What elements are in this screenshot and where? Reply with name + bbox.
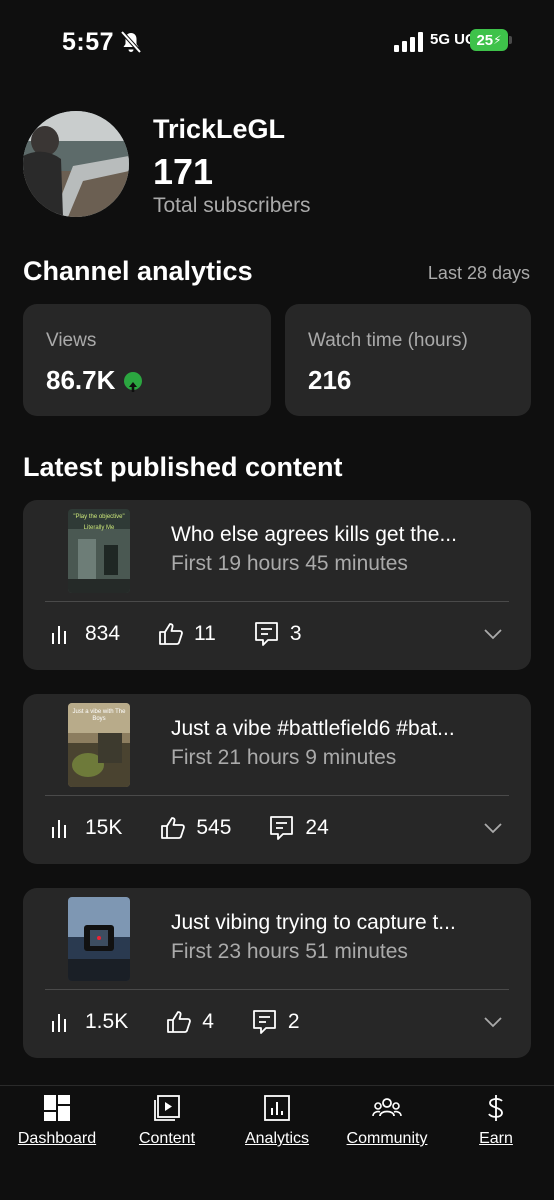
likes-metric: 4 [166,1010,214,1034]
trend-up-icon [124,371,143,392]
likes-metric: 545 [160,816,231,840]
avatar[interactable] [23,111,129,217]
analytics-icon [264,1095,290,1121]
comments-metric: 24 [269,815,329,841]
divider [45,795,509,796]
views-metric: 834 [49,622,120,646]
nav-analytics[interactable]: Analytics [236,1094,318,1148]
comments-count: 24 [305,816,329,839]
views-count: 15K [85,816,123,839]
nav-earn[interactable]: Earn [466,1094,526,1148]
likes-metric: 11 [158,622,216,646]
nav-community[interactable]: Community [338,1094,436,1148]
latest-content-title: Latest published content [23,452,343,482]
nav-label: Content [138,1130,196,1147]
content-card[interactable]: "Play the objective" Literally Me Who el… [23,500,531,670]
divider [45,601,509,602]
bar-chart-icon [52,1014,66,1032]
chevron-down-icon[interactable] [483,1016,503,1028]
channel-analytics-title: Channel analytics [23,256,253,286]
thumbnail-caption: "Play the objective" [73,514,125,520]
channel-name: TrickLeGL [153,114,286,144]
watch-time-value: 216 [308,365,352,395]
content-card[interactable]: Just a vibe with The Boys Just a vibe #b… [23,694,531,864]
comments-count: 3 [289,622,302,645]
views-label: Views [46,330,97,351]
views-metric: 15K [49,816,122,840]
nav-dashboard[interactable]: Dashboard [12,1094,102,1148]
chevron-down-icon[interactable] [483,628,503,640]
nav-label: Earn [479,1130,513,1147]
comments-metric: 3 [254,621,302,647]
comments-count: 2 [287,1010,300,1033]
watch-time-label: Watch time (hours) [308,330,468,351]
video-metrics: 1.5K 4 2 [49,1008,338,1036]
earn-icon [488,1095,503,1121]
views-value-row: 86.7K [46,365,143,396]
bar-chart-icon [52,820,66,838]
video-title[interactable]: Who else agrees kills get the... [171,523,457,547]
thumbs-up-icon [161,817,186,839]
community-icon [372,1098,402,1117]
status-time: 5:57 [62,28,115,56]
video-thumbnail[interactable] [68,897,130,981]
views-metric: 1.5K [49,1010,128,1034]
video-metrics: 834 11 3 [49,620,340,648]
comment-icon [270,816,294,840]
views-card[interactable]: Views 86.7K [23,304,271,416]
subscriber-label: Total subscribers [153,194,311,217]
battery-nub [509,36,512,44]
chevron-down-icon[interactable] [483,822,503,834]
subscriber-count: 171 [153,151,214,192]
thumbs-up-icon [159,623,183,645]
likes-count: 11 [194,622,216,645]
video-title[interactable]: Just vibing trying to capture t... [171,911,456,935]
dashboard-icon [44,1095,70,1121]
likes-count: 545 [196,816,232,839]
nav-content[interactable]: Content [128,1094,206,1148]
views-count: 1.5K [85,1010,129,1033]
video-thumbnail[interactable]: Just a vibe with The Boys [68,703,130,787]
divider [45,989,509,990]
bell-off-icon [120,30,142,54]
thumbs-up-icon [167,1011,192,1033]
comment-icon [252,1010,276,1034]
status-bar: 5:57 5G UC 25 ⚡ [0,0,554,90]
comment-icon [254,622,278,646]
battery-indicator: 25 ⚡ [470,29,508,51]
views-value: 86.7K [46,365,116,395]
content-icon [154,1095,180,1121]
nav-label: Analytics [244,1130,310,1147]
thumbnail-subcaption: Literally Me [83,525,115,531]
content-card[interactable]: Just vibing trying to capture t... First… [23,888,531,1058]
video-period: First 19 hours 45 minutes [171,552,408,575]
nav-label: Dashboard [17,1130,97,1147]
period-label[interactable]: Last 28 days [428,263,530,284]
network-type: 5G UC [430,31,476,48]
bar-chart-icon [52,626,66,644]
video-period: First 23 hours 51 minutes [171,940,408,963]
video-metrics: 15K 545 24 [49,814,367,842]
signal-icon [394,32,423,52]
comments-metric: 2 [252,1009,300,1035]
views-count: 834 [85,622,121,645]
video-thumbnail[interactable]: "Play the objective" Literally Me [68,509,130,593]
bottom-nav: Dashboard Content Analytics Community Ea… [0,1085,554,1200]
video-title[interactable]: Just a vibe #battlefield6 #bat... [171,717,455,741]
likes-count: 4 [202,1010,214,1033]
watch-time-card[interactable]: Watch time (hours) 216 [285,304,531,416]
nav-label: Community [346,1130,428,1147]
thumbnail-caption: Just a vibe with The Boys [72,709,126,722]
video-period: First 21 hours 9 minutes [171,746,397,769]
